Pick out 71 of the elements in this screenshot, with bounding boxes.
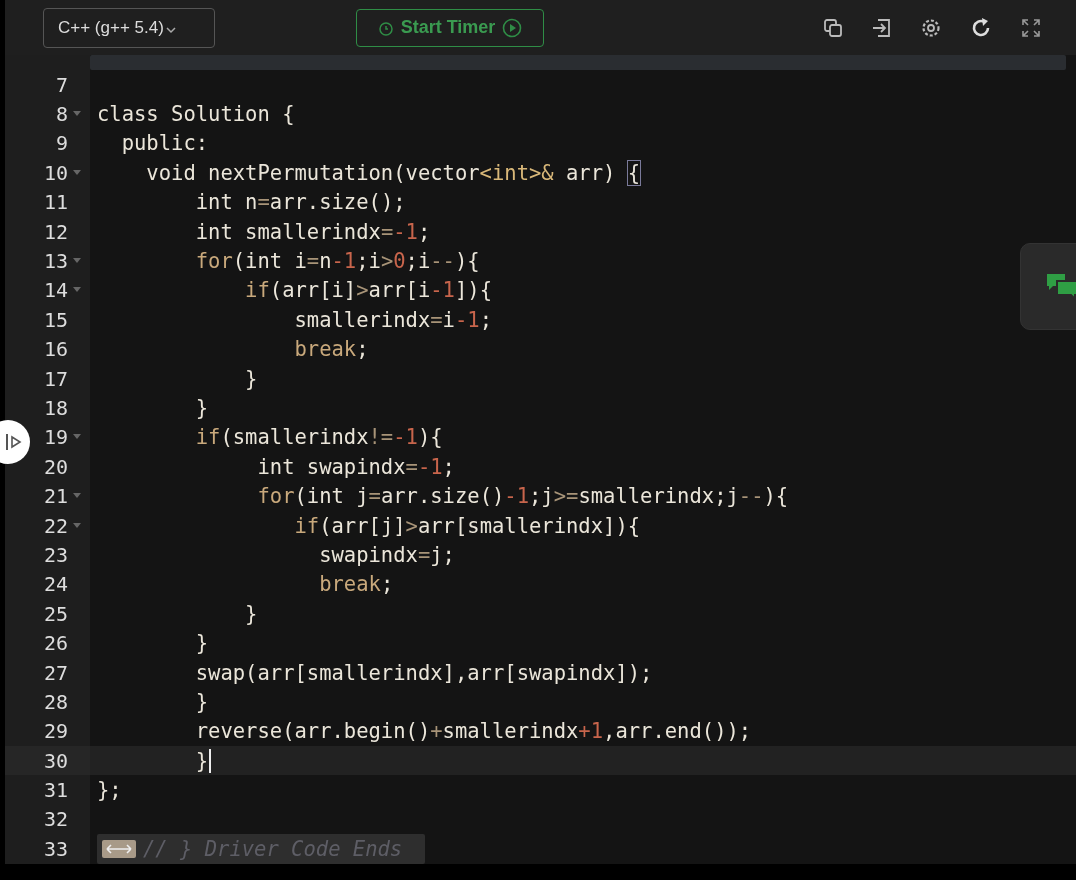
line-number: 8 <box>55 102 68 127</box>
play-icon <box>502 17 523 38</box>
fold-arrow-icon[interactable] <box>73 258 81 265</box>
fold-arrow-icon[interactable] <box>73 522 81 529</box>
line-number: 17 <box>43 366 68 391</box>
line-number: 11 <box>43 190 68 215</box>
code-line: } <box>194 689 209 714</box>
code-line: smallerindx=i-1; <box>293 307 492 332</box>
line-number: 7 <box>55 72 68 97</box>
line-number: 20 <box>43 454 68 479</box>
line-number: 30 <box>43 748 68 773</box>
code-line: public: <box>120 131 209 156</box>
line-number: 18 <box>43 396 68 420</box>
settings-icon[interactable] <box>920 16 942 39</box>
code-line: int smallerindx=-1; <box>194 219 431 244</box>
text-cursor <box>209 748 212 773</box>
code-line: swap(arr[smallerindx],arr[swapindx]); <box>194 660 653 685</box>
import-icon[interactable] <box>871 16 893 39</box>
fold-arrow-icon[interactable] <box>73 169 81 176</box>
line-number: 32 <box>43 807 68 832</box>
code-line: if(smallerindx!=-1){ <box>194 425 443 450</box>
line-number: 10 <box>43 160 68 185</box>
line-number: 25 <box>43 601 68 626</box>
code-line: swapindx=j; <box>318 542 455 567</box>
code-line: } <box>194 631 209 656</box>
line-number: 28 <box>43 689 68 714</box>
code-line: if(arr[i]>arr[i-1]){ <box>244 278 492 303</box>
code-line: } <box>194 748 209 773</box>
start-timer-button[interactable]: Start Timer <box>356 8 544 47</box>
line-number: 12 <box>43 219 68 244</box>
line-number: 14 <box>43 278 68 303</box>
line-number: 26 <box>43 631 68 656</box>
fold-arrow-icon[interactable] <box>73 434 81 441</box>
code-line: } <box>244 601 258 626</box>
code-line: class Solution { <box>97 102 295 127</box>
copy-icon[interactable] <box>822 16 844 39</box>
line-number: 9 <box>55 131 68 156</box>
fold-arrow-icon[interactable] <box>73 287 81 294</box>
line-number: 15 <box>43 307 68 332</box>
line-number: 22 <box>43 513 68 538</box>
line-number: 23 <box>43 542 68 567</box>
code-line: } <box>194 396 209 420</box>
line-number: 29 <box>43 719 68 744</box>
code-line: }; <box>97 778 122 803</box>
chat-button[interactable] <box>1020 243 1076 330</box>
language-dropdown[interactable]: C++ (g++ 5.4) <box>43 7 215 48</box>
unfold-icon <box>101 838 137 859</box>
line-number: 24 <box>43 572 68 597</box>
code-line: int swapindx=-1; <box>256 454 455 479</box>
line-number: 27 <box>43 660 68 685</box>
code-line: for(int i=n-1;i>0;i--){ <box>194 249 480 274</box>
code-line: } <box>244 366 258 391</box>
code-line: if(arr[j]>arr[smallerindx]){ <box>293 513 641 538</box>
fold-arrow-icon[interactable] <box>73 493 81 500</box>
clock-icon <box>377 19 394 36</box>
code-line: int n=arr.size(); <box>194 190 406 215</box>
line-number: 31 <box>43 778 68 803</box>
line-number: 16 <box>43 337 68 362</box>
fold-arrow-icon[interactable] <box>73 111 81 118</box>
caret-icon <box>165 25 176 34</box>
collapse-panel-icon <box>5 432 23 452</box>
line-number: 19 <box>43 425 68 450</box>
code-line: break; <box>318 572 394 597</box>
line-number: 33 <box>43 836 68 861</box>
code-line: void nextPermutation(vector<int>& arr) { <box>145 160 641 185</box>
fullscreen-icon[interactable] <box>1020 16 1042 39</box>
line-number: 13 <box>43 249 68 274</box>
code-line: reverse(arr.begin()+smallerindx+1,arr.end()); <box>194 719 752 744</box>
code-line: break; <box>293 337 369 362</box>
code-line: for(int j=arr.size()-1;j>=smallerindx;j--){ <box>256 484 789 509</box>
line-number: 21 <box>43 484 68 509</box>
